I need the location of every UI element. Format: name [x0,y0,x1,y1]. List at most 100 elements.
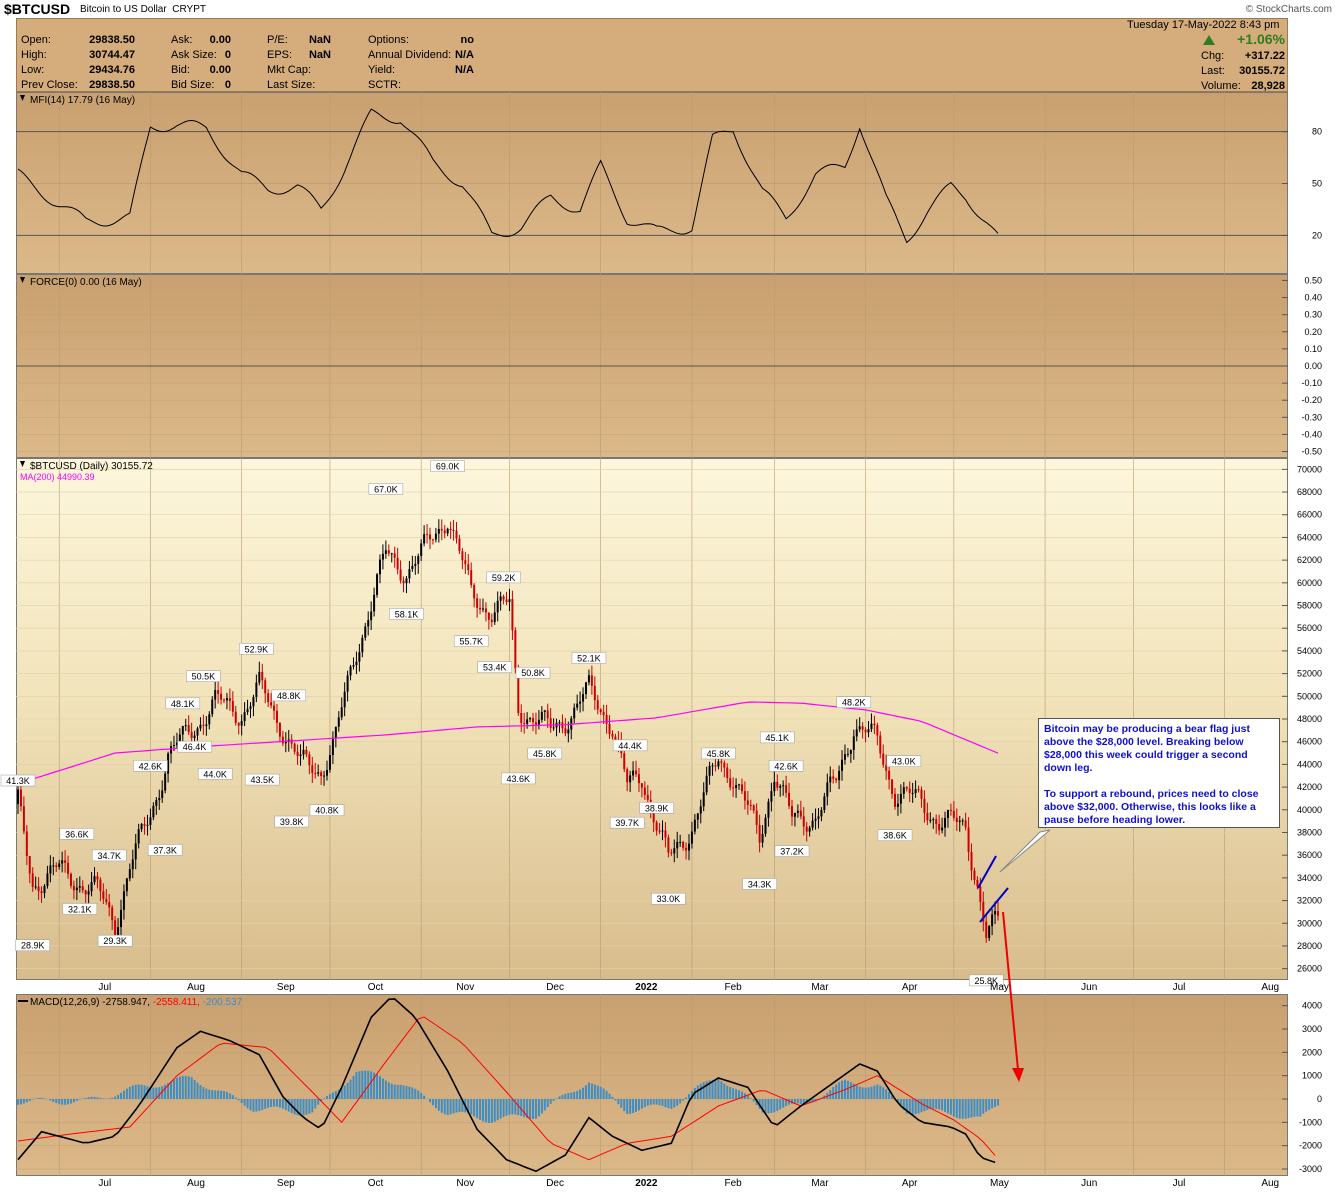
price-candle [923,798,926,813]
price-candle [814,818,817,821]
macd-y-tick-label: -1000 [1299,1117,1322,1127]
price-candle [17,789,19,805]
price-candle [72,885,75,891]
price-annotation: 37.3K [153,845,177,855]
panel-collapse-icon [20,95,25,101]
force-panel: 0.50 0.40 0.30 0.20 0.10 0.00 -0.10 -0.20 -0.30 -… [16,274,1322,458]
price-candle [240,721,243,726]
macd-histogram-bar [117,1094,120,1099]
price-candle [120,909,123,928]
price-candle [702,792,705,807]
macd-histogram-bar [311,1099,314,1113]
price-annotation: 34.7K [97,851,121,861]
macd-histogram-bar [926,1099,929,1110]
price-candle [861,726,864,730]
macd-histogram-bar [114,1096,117,1099]
price-candle [164,773,167,791]
macd-histogram-bar [275,1099,278,1107]
price-candle [131,859,134,870]
stockcharts-logo[interactable]: © StockCharts.com [1246,4,1332,15]
macd-histogram-bar [429,1099,432,1103]
macd-y-tick-label: -2000 [1299,1141,1322,1151]
price-candle [193,735,196,739]
macd-histogram-bar [267,1099,270,1108]
macd-histogram-bar [249,1099,252,1111]
price-candle [152,805,155,818]
price-candle [158,797,161,801]
macd-histogram-bar [752,1099,755,1102]
x-tick-label-Aug: Aug [187,982,205,993]
macd-histogram-bar [970,1099,973,1118]
price-candle [746,800,749,805]
macd-histogram-bar [493,1099,496,1122]
price-candle [69,873,72,886]
macd-histogram-bar [211,1090,214,1099]
x-tick-label-Jul: Jul [1173,1178,1186,1189]
macd-histogram-bar [873,1085,876,1099]
price-annotation: 41.3K [6,776,30,786]
macd-histogram-bar [158,1087,161,1099]
macd-histogram-bar [876,1084,879,1099]
price-candle [799,810,802,817]
price-candle [58,863,61,867]
price-candle [835,778,838,781]
price-candle [143,824,146,826]
change-label: Chg: [1201,50,1225,62]
price-y-tick-label: 32000 [1297,896,1322,906]
price-annotation: 50.5K [192,672,216,682]
macd-histogram-bar [223,1091,226,1099]
price-candle [273,705,276,711]
price-annotation: 67.0K [374,484,398,494]
price-candle [552,727,555,729]
price-candle [529,718,532,720]
price-candle [146,824,149,826]
x-tick-label-Oct: Oct [368,982,384,993]
price-candle [576,703,579,708]
mfi-title: MFI(14) 17.79 (16 May) [30,95,135,106]
macd-y-tick-label: 3000 [1302,1024,1322,1034]
price-candle [870,723,873,730]
price-candle [858,726,861,730]
price-candle [426,534,429,536]
macd-histogram-bar [949,1099,952,1115]
macd-histogram-bar [125,1088,128,1099]
macd-histogram-bar [58,1099,61,1105]
price-candle [929,819,932,821]
price-candle [446,528,449,534]
price-candle [896,803,899,807]
price-candle [935,819,938,825]
price-candle [487,612,490,620]
macd-histogram-bar [237,1099,240,1101]
macd-histogram-bar [55,1099,58,1104]
price-candle [37,886,40,892]
ask-label: Ask: [171,34,193,46]
macd-histogram-bar [423,1095,426,1099]
prev-close-label: Prev Close: [21,79,78,91]
price-candle [114,920,117,936]
price-y-tick-label: 38000 [1297,827,1322,837]
price-candle [537,719,540,725]
price-candle [437,528,440,534]
macd-y-tick-label: -3000 [1299,1164,1322,1174]
price-candle [532,718,535,723]
price-candle [855,729,858,737]
last-value: 30155.72 [1239,65,1285,77]
x-tick-label-Mar: Mar [811,1178,829,1189]
macd-histogram-bar [352,1075,355,1099]
macd-histogram-bar [90,1096,93,1099]
force-y-tick-label: -0.30 [1301,412,1322,422]
price-y-tick-label: 70000 [1297,464,1322,474]
macd-histogram-bar [655,1099,658,1105]
price-candle [726,767,729,779]
macd-histogram-bar [590,1083,593,1099]
macd-histogram-bar [673,1099,676,1108]
price-candle [879,735,882,754]
macd-histogram-bar [308,1099,311,1114]
price-candle [635,770,638,775]
price-candle [181,725,184,735]
macd-histogram-bar [479,1099,482,1120]
last-label: Last: [1201,65,1225,77]
price-candle [646,795,649,800]
price-candle [373,594,376,612]
price-candle [284,741,287,744]
